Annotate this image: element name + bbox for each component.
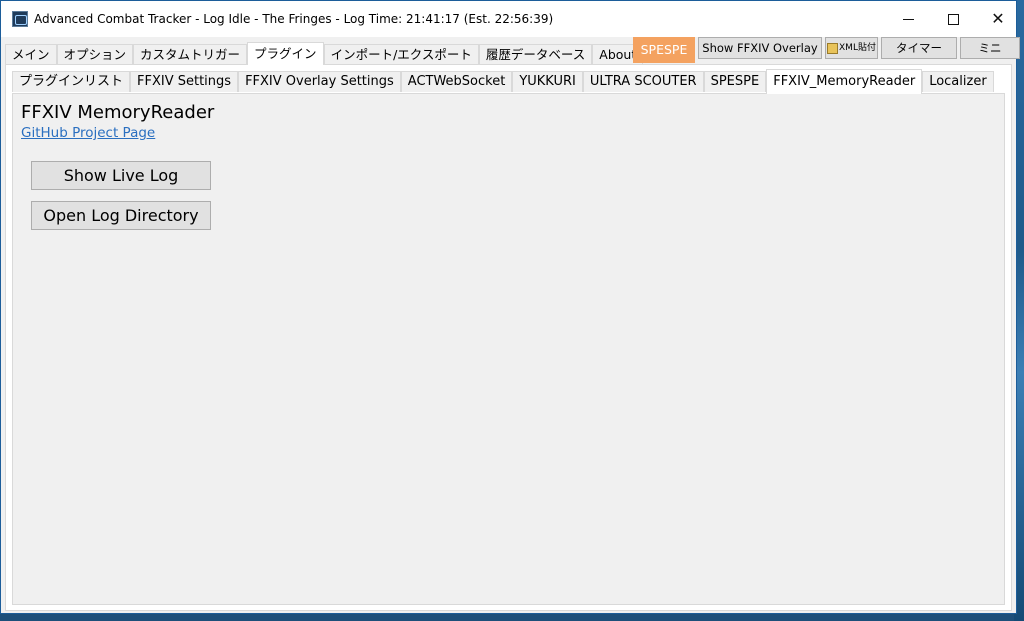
xml-paste-button[interactable]: XML貼付 <box>825 37 878 59</box>
tab-plugins[interactable]: プラグイン <box>247 42 324 65</box>
clipboard-icon <box>827 42 839 54</box>
close-icon: ✕ <box>991 9 1005 28</box>
plugin-tab-strip: プラグインリスト FFXIV Settings FFXIV Overlay Se… <box>12 69 994 94</box>
tab-main[interactable]: メイン <box>5 44 57 65</box>
tab-import-export[interactable]: インポート/エクスポート <box>323 44 479 65</box>
close-button[interactable]: ✕ <box>975 1 1021 37</box>
tab-actwebsocket[interactable]: ACTWebSocket <box>400 71 513 92</box>
open-log-directory-button[interactable]: Open Log Directory <box>31 201 211 230</box>
mini-button[interactable]: ミニ <box>960 37 1020 59</box>
window-title: Advanced Combat Tracker - Log Idle - The… <box>34 12 554 26</box>
act-window: Advanced Combat Tracker - Log Idle - The… <box>0 0 1020 614</box>
main-tab-strip: メイン オプション カスタムトリガー プラグイン インポート/エクスポート 履歴… <box>5 42 644 65</box>
top-button-bar: SPESPE Show FFXIV Overlay XML貼付 タイマー ミニ <box>633 37 1023 63</box>
tab-ultra-scouter[interactable]: ULTRA SCOUTER <box>582 71 704 92</box>
show-ffxiv-overlay-button[interactable]: Show FFXIV Overlay <box>698 37 822 59</box>
tab-history-database[interactable]: 履歴データベース <box>478 44 593 65</box>
maximize-button[interactable] <box>930 1 976 37</box>
tab-options[interactable]: オプション <box>56 44 134 65</box>
tab-spespe[interactable]: SPESPE <box>703 71 767 92</box>
plugins-tab-page: プラグインリスト FFXIV Settings FFXIV Overlay Se… <box>5 64 1012 611</box>
tab-custom-triggers[interactable]: カスタムトリガー <box>133 44 248 65</box>
maximize-icon <box>947 13 959 25</box>
tab-localizer[interactable]: Localizer <box>922 71 994 92</box>
minimize-icon <box>902 18 914 20</box>
title-bar[interactable]: Advanced Combat Tracker - Log Idle - The… <box>1 1 1016 37</box>
timer-button[interactable]: タイマー <box>881 37 957 59</box>
minimize-button[interactable] <box>885 1 931 37</box>
tab-ffxiv-memoryreader[interactable]: FFXIV_MemoryReader <box>766 69 923 94</box>
tab-ffxiv-overlay-settings[interactable]: FFXIV Overlay Settings <box>238 71 401 92</box>
show-live-log-button[interactable]: Show Live Log <box>31 161 211 190</box>
tab-plugin-list[interactable]: プラグインリスト <box>12 71 131 92</box>
xml-paste-label: XML貼付 <box>839 43 876 53</box>
github-project-link[interactable]: GitHub Project Page <box>21 125 155 141</box>
plugin-title: FFXIV MemoryReader <box>21 102 215 123</box>
memoryreader-panel: FFXIV MemoryReader GitHub Project Page S… <box>12 93 1005 605</box>
tab-yukkuri[interactable]: YUKKURI <box>512 71 583 92</box>
spespe-button[interactable]: SPESPE <box>633 37 695 63</box>
act-app-icon <box>12 11 28 27</box>
tab-ffxiv-settings[interactable]: FFXIV Settings <box>130 71 239 92</box>
client-area: メイン オプション カスタムトリガー プラグイン インポート/エクスポート 履歴… <box>1 37 1020 613</box>
